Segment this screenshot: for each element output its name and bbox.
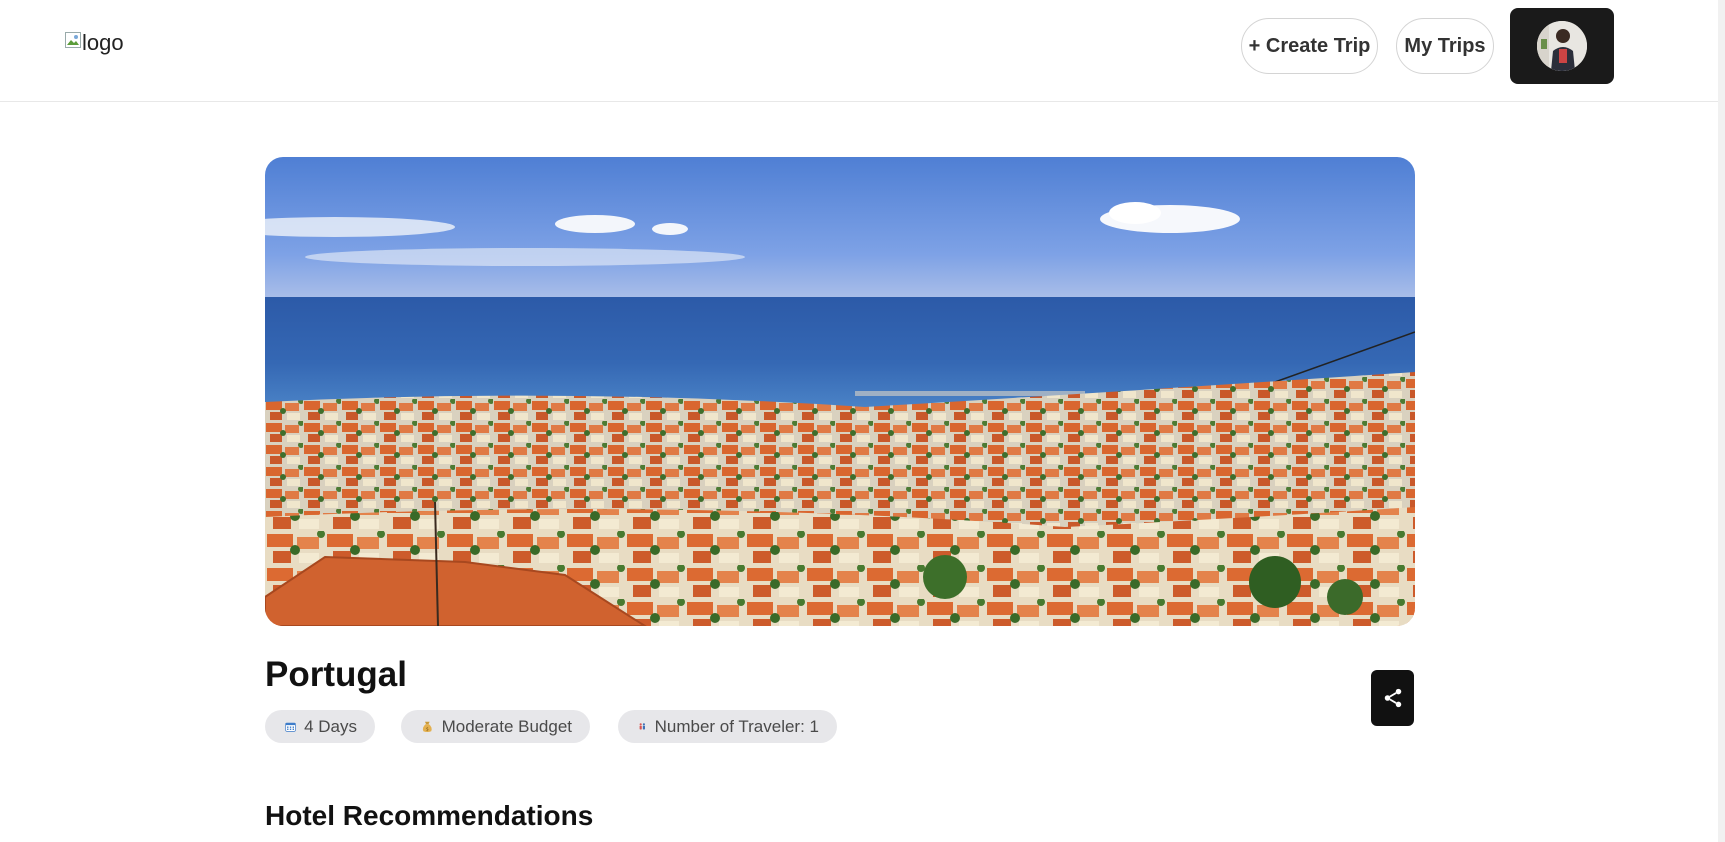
budget-label: Moderate Budget (441, 716, 572, 736)
budget-chip: $ Moderate Budget (401, 710, 590, 743)
travelers-chip: Number of Traveler: 1 (618, 710, 837, 743)
broken-image-icon (65, 32, 81, 48)
logo[interactable]: logo (65, 30, 124, 56)
travelers-icon (639, 723, 645, 730)
logo-alt-text: logo (82, 30, 124, 55)
create-trip-button[interactable]: + Create Trip (1241, 18, 1378, 74)
my-trips-button[interactable]: My Trips (1396, 18, 1494, 74)
share-button[interactable] (1371, 670, 1414, 726)
avatar (1537, 21, 1587, 71)
money-bag-icon: $ (422, 721, 432, 732)
coastal-city-photo (265, 157, 1415, 626)
page-scrollbar[interactable] (1718, 0, 1725, 842)
user-photo (1537, 21, 1587, 71)
days-chip: 4 Days (265, 710, 375, 743)
share-icon (1384, 688, 1401, 708)
destination-hero-image (265, 157, 1415, 626)
calendar-icon (285, 722, 296, 732)
days-label: 4 Days (304, 716, 357, 736)
trip-destination-title: Portugal (265, 655, 407, 694)
travelers-label: Number of Traveler: 1 (654, 716, 819, 736)
profile-button[interactable] (1510, 8, 1614, 84)
svg-text:$: $ (426, 726, 429, 732)
top-header: logo + Create Trip My Trips (0, 0, 1725, 102)
hotel-recommendations-heading: Hotel Recommendations (265, 800, 594, 831)
